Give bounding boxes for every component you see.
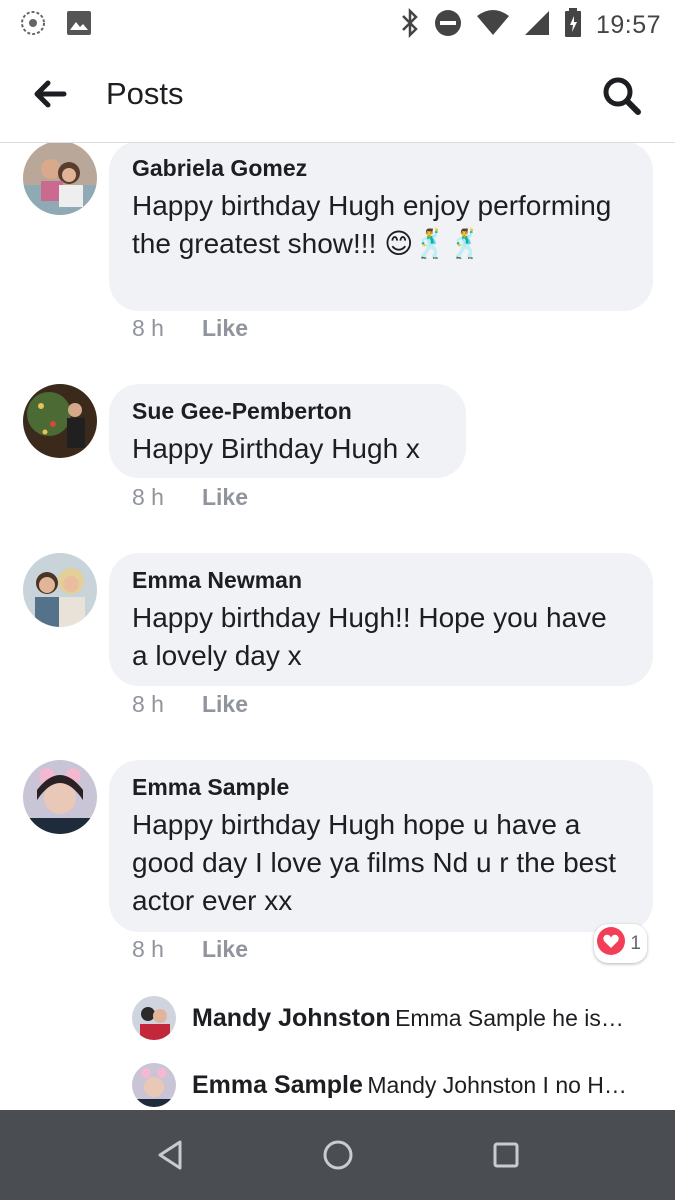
bluetooth-icon: [400, 7, 420, 43]
nav-home-button[interactable]: [320, 1137, 356, 1173]
like-button[interactable]: Like: [202, 691, 248, 718]
comment-time: 8 h: [132, 691, 164, 717]
avatar[interactable]: [132, 996, 176, 1040]
comment-time: 8 h: [132, 936, 164, 962]
image-notification-icon: [66, 10, 92, 41]
comment-text: Happy birthday Hugh!! Hope you have a lo…: [132, 602, 607, 671]
reply-line: Emma Sample Mandy Johnston I no H…: [192, 1071, 642, 1100]
search-button[interactable]: [600, 74, 644, 118]
reaction-badge[interactable]: 1: [594, 924, 647, 963]
reply-text: Mandy Johnston I no H…: [367, 1072, 627, 1098]
reply-author[interactable]: Emma Sample: [192, 1071, 363, 1099]
status-time: 19:57: [595, 11, 661, 39]
avatar[interactable]: [132, 1063, 176, 1107]
search-icon: [600, 77, 644, 122]
battery-icon: [564, 8, 582, 43]
comment-time: 8 h: [132, 315, 164, 341]
back-triangle-icon: [152, 1140, 188, 1177]
comment-meta: 8 h Like: [132, 691, 248, 718]
heart-reaction-icon: [596, 926, 626, 961]
comment-author[interactable]: Emma Sample: [132, 774, 630, 800]
like-button[interactable]: Like: [202, 484, 248, 511]
recents-square-icon: [488, 1142, 524, 1177]
app-header: Posts: [0, 46, 675, 143]
comment-author[interactable]: Sue Gee-Pemberton: [132, 398, 443, 424]
reply-item[interactable]: Emma Sample Mandy Johnston I no H…: [0, 1063, 675, 1110]
comment-bubble[interactable]: Gabriela Gomez Happy birthday Hugh enjoy…: [109, 143, 653, 311]
page-title: Posts: [106, 76, 184, 111]
back-button[interactable]: [30, 76, 74, 112]
comment-author[interactable]: Emma Newman: [132, 567, 630, 593]
home-circle-icon: [320, 1140, 356, 1177]
comment-text: Happy Birthday Hugh x: [132, 433, 420, 464]
do-not-disturb-icon: [434, 9, 462, 42]
reply-text: Emma Sample he is…: [395, 1005, 624, 1031]
avatar[interactable]: [23, 553, 97, 627]
signal-icon: [524, 9, 550, 42]
comment-meta: 8 h Like: [132, 484, 248, 511]
comment-time: 8 h: [132, 484, 164, 510]
arrow-left-icon: [30, 80, 74, 116]
comment-author[interactable]: Gabriela Gomez: [132, 155, 630, 181]
status-bar: 19:57: [0, 0, 675, 46]
comment-bubble[interactable]: Sue Gee-Pemberton Happy Birthday Hugh x: [109, 384, 466, 478]
notification-app-icon: [18, 8, 48, 43]
reply-item[interactable]: Mandy Johnston Emma Sample he is…: [0, 996, 675, 1046]
reply-author[interactable]: Mandy Johnston: [192, 1004, 391, 1032]
comment-bubble[interactable]: Emma Newman Happy birthday Hugh!! Hope y…: [109, 553, 653, 686]
comment-bubble[interactable]: Emma Sample Happy birthday Hugh hope u h…: [109, 760, 653, 932]
wifi-icon: [476, 9, 510, 42]
reaction-count: 1: [630, 932, 641, 954]
reply-line: Mandy Johnston Emma Sample he is…: [192, 1004, 642, 1033]
avatar[interactable]: [23, 143, 97, 215]
comment-text: Happy birthday Hugh hope u have a good d…: [132, 809, 617, 916]
like-button[interactable]: Like: [202, 936, 248, 963]
comment-meta: 8 h Like: [132, 936, 248, 963]
comment-meta: 8 h Like: [132, 315, 248, 342]
like-button[interactable]: Like: [202, 315, 248, 342]
nav-back-button[interactable]: [152, 1137, 188, 1173]
nav-recents-button[interactable]: [488, 1137, 524, 1173]
comment-text: Happy birthday Hugh enjoy performing the…: [132, 190, 612, 259]
avatar[interactable]: [23, 384, 97, 458]
comments-feed[interactable]: Gabriela Gomez Happy birthday Hugh enjoy…: [0, 143, 675, 1110]
system-nav-bar: [0, 1110, 675, 1200]
avatar[interactable]: [23, 760, 97, 834]
